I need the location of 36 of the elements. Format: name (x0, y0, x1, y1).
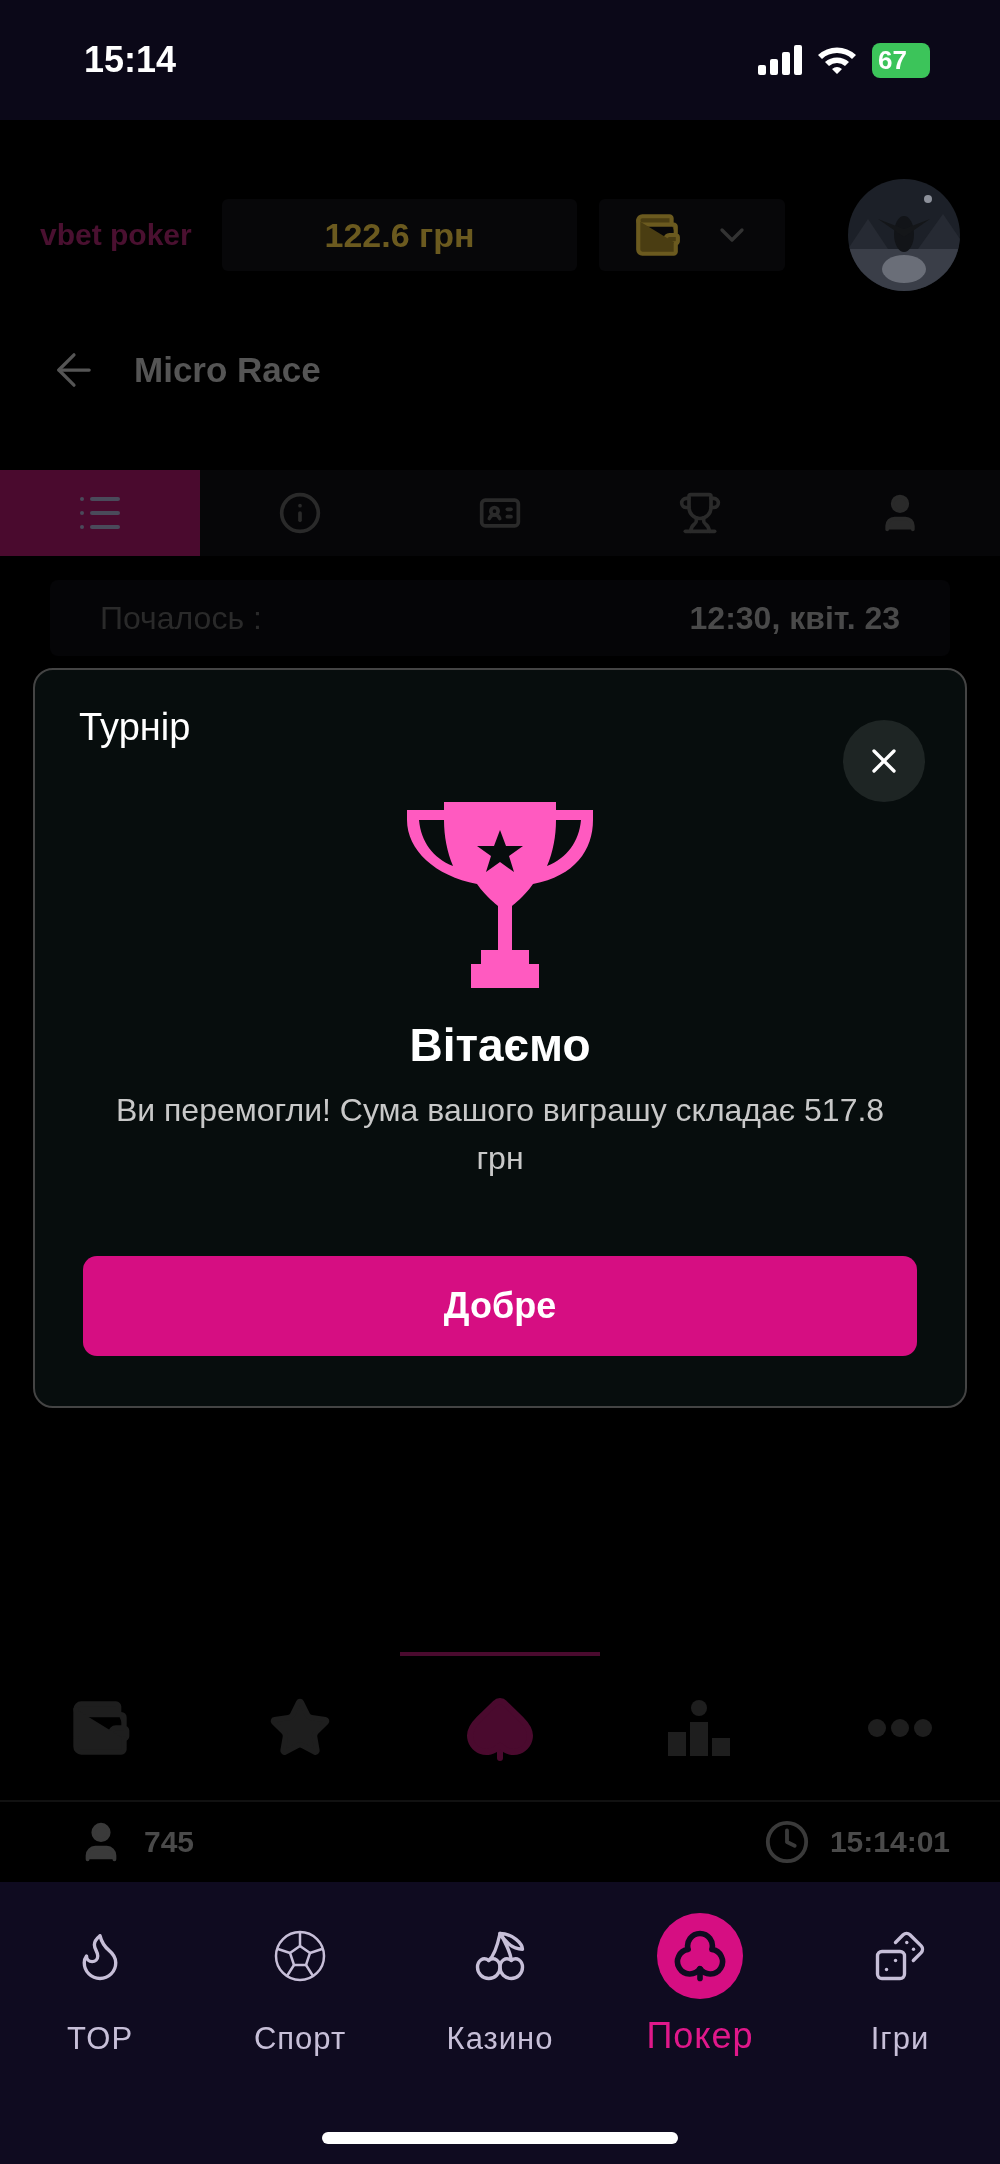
podium-icon (668, 1698, 732, 1758)
nav-label: Покер (646, 2015, 754, 2057)
nav-item[interactable]: Ігри (800, 1912, 1000, 2058)
clock-time: 15:14:01 (829, 1825, 950, 1859)
wallet-dropdown[interactable] (599, 199, 785, 271)
dialog-heading: Вітаємо (409, 1018, 591, 1072)
logo: vbet poker (40, 218, 193, 252)
balance-display: 122.6 грн (222, 199, 577, 271)
nav-item[interactable]: Спорт (200, 1912, 400, 2058)
nav-label: Казино (446, 2021, 554, 2057)
start-time: 12:30, квіт. 23 (689, 599, 900, 637)
ball-icon (273, 1929, 327, 1983)
dialog-title: Турнір (79, 706, 191, 749)
battery-level: 67 (872, 42, 930, 78)
player-count: 745 (144, 1825, 195, 1859)
more-icon (868, 1719, 932, 1737)
nav-label: Спорт (253, 2021, 347, 2057)
status-time: 15:14 (84, 39, 177, 81)
nav-item[interactable]: Казино (400, 1912, 600, 2058)
nav-label: Ігри (870, 2021, 930, 2057)
clock-icon (763, 1819, 810, 1865)
dice-icon (873, 1929, 927, 1983)
trophy-icon (678, 491, 722, 535)
page-title: Micro Race (134, 350, 321, 390)
tab[interactable] (0, 470, 200, 556)
wifi-icon (816, 45, 858, 75)
nav-item[interactable]: TOP (0, 1912, 200, 2058)
info-icon (278, 491, 322, 535)
ok-button[interactable]: Добре (83, 1256, 917, 1356)
cherry-icon (473, 1929, 527, 1983)
nav-item[interactable]: Покер (600, 1912, 800, 2058)
dialog-message: Ви перемогли! Сума вашого виграшу складає 517.8 грн (115, 1091, 885, 1178)
nav-label: TOP (66, 2021, 134, 2057)
signal-icon (758, 45, 802, 75)
trophy-icon (407, 802, 593, 988)
club-icon (673, 1929, 727, 1983)
